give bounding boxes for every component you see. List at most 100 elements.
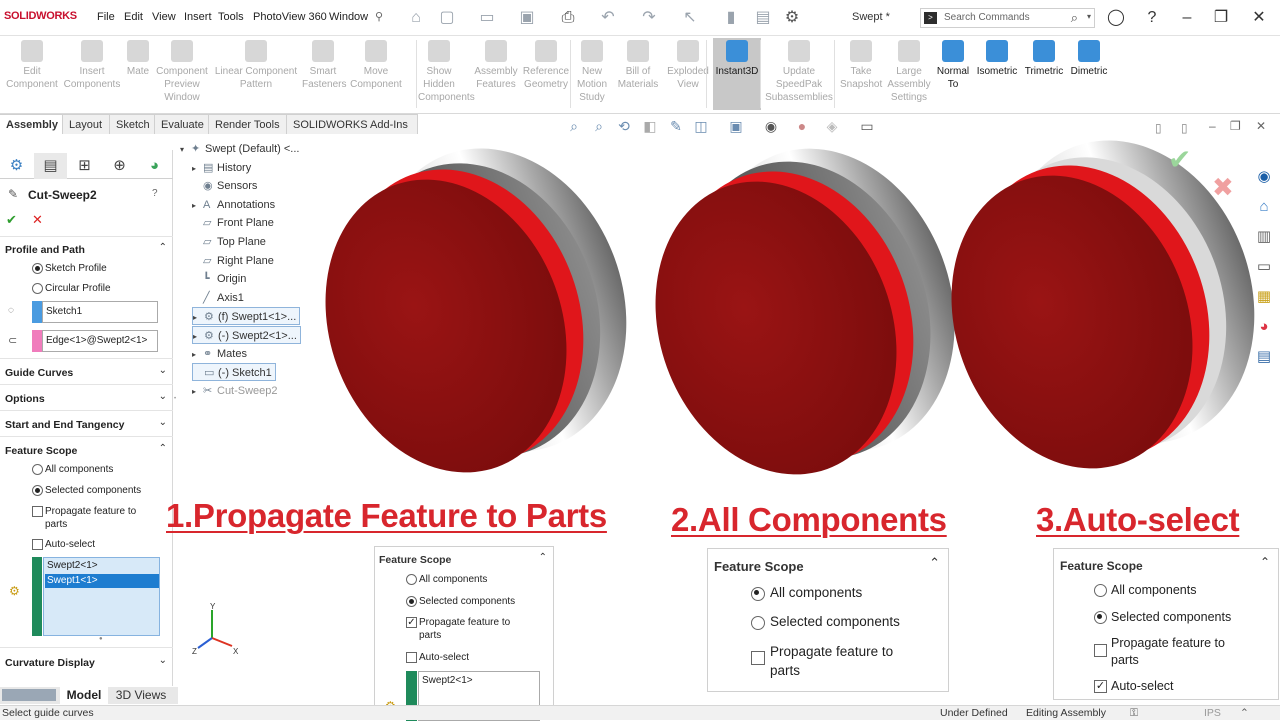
restore-icon[interactable]: ❐ (1208, 6, 1234, 30)
home-icon[interactable]: ⌂ (405, 8, 427, 28)
components-listbox[interactable]: Swept2<1> Swept1<1> (43, 557, 160, 636)
graphics-area[interactable] (300, 138, 1260, 510)
ribbon-take-snapshot[interactable]: Take Snapshot (840, 38, 882, 110)
new-document-icon[interactable]: ▢ (436, 8, 458, 28)
ribbon-linear-component-pattern[interactable]: Linear Component Pattern (212, 38, 300, 110)
ribbon-assembly-features[interactable]: Assembly Features (470, 38, 522, 110)
apply-scene-icon[interactable]: ◈ (822, 118, 842, 136)
ribbon-normal-to[interactable]: Normal To (934, 38, 972, 110)
circular-profile-option[interactable]: Circular Profile (32, 282, 162, 296)
all-components-option[interactable]: All components (751, 585, 931, 603)
search-icon[interactable]: ⌕ (1071, 10, 1078, 26)
menu-view[interactable]: View (152, 11, 176, 23)
close-icon[interactable]: ✕ (1246, 6, 1272, 30)
list-item-selected[interactable]: Swept1<1> (45, 574, 159, 588)
expand-icon[interactable]: ⌄ (159, 417, 167, 428)
selected-components-option[interactable]: Selected components (406, 595, 546, 609)
collapse-icon[interactable]: ⌃ (159, 242, 167, 253)
tree-item[interactable]: ▸ A Annotations (192, 196, 275, 214)
ribbon-smart-fasteners[interactable]: Smart Fasteners (302, 38, 346, 110)
sketch-profile-option[interactable]: Sketch Profile (32, 262, 162, 276)
ribbon-show-hidden-components[interactable]: Show Hidden Components (418, 38, 475, 110)
tab-sketch[interactable]: Sketch (110, 114, 155, 134)
propagate-checkbox[interactable]: Propagate feature to parts (32, 505, 142, 531)
path-selection-field[interactable]: Edge<1>@Swept2<1> (42, 330, 158, 352)
tree-item[interactable]: ▱ Right Plane (192, 252, 274, 270)
tab-scroll-arrows[interactable] (2, 689, 56, 701)
minimize-icon[interactable]: – (1174, 6, 1200, 30)
section-profile-path[interactable]: Profile and Path ⌃ (0, 241, 173, 261)
tab-assembly[interactable]: Assembly (0, 114, 63, 134)
appearances-icon[interactable]: ◕ (1252, 315, 1276, 339)
menu-tools[interactable]: Tools (218, 11, 244, 23)
print-icon[interactable]: ⎙ (557, 8, 579, 28)
help-button[interactable]: ? (152, 188, 158, 199)
dynamic-annotation-icon[interactable]: ✎ (666, 118, 686, 136)
expand-icon[interactable]: ⌄ (159, 365, 167, 376)
auto-select-checkbox[interactable]: Auto-select (32, 538, 142, 552)
view-palette-icon[interactable]: ▦ (1252, 285, 1276, 309)
all-components-option[interactable]: All components (32, 463, 162, 477)
configurationmanager-tab-icon[interactable]: ⊞ (68, 153, 101, 179)
tree-item[interactable]: ▾ ✦ Swept (Default) <... (180, 140, 299, 158)
profile-selection-field[interactable]: Sketch1 (42, 301, 158, 323)
viewport-link-icon[interactable]: ▯ (1181, 121, 1188, 135)
doc-restore-icon[interactable]: ❐ (1230, 119, 1241, 133)
section-curvature-display[interactable]: Curvature Display ⌄ (0, 654, 173, 674)
collapse-icon[interactable]: ⌃ (1260, 555, 1270, 569)
expand-arrow-icon[interactable]: ▸ (192, 383, 203, 401)
selected-components-option[interactable]: Selected components (751, 614, 941, 632)
expand-arrow-icon[interactable]: ▸ (192, 160, 203, 178)
doc-close-icon[interactable]: ✕ (1256, 119, 1266, 133)
tab-model[interactable]: Model (60, 687, 108, 704)
collapse-icon[interactable]: ⌃ (929, 555, 940, 571)
customize-icon[interactable]: ⌃ (1240, 707, 1249, 719)
expand-arrow-icon[interactable]: ▾ (180, 141, 191, 159)
units-indicator[interactable]: IPS (1204, 707, 1221, 719)
tree-item[interactable]: ▸ ⚭ Mates (192, 345, 247, 363)
section-options[interactable]: Options ⌄ (0, 390, 173, 410)
doc-minimize-icon[interactable]: – (1209, 119, 1216, 133)
confirm-ok-icon[interactable]: ✔ (1168, 143, 1191, 176)
menu-insert[interactable]: Insert (184, 11, 212, 23)
expand-arrow-icon[interactable]: ▸ (193, 309, 204, 327)
open-folder-icon[interactable]: ▭ (476, 8, 498, 28)
tree-item[interactable]: ╱ Axis1 (192, 289, 244, 307)
ribbon-component-preview-window[interactable]: Component Preview Window (152, 38, 212, 110)
tab-3d-views[interactable]: 3D Views (110, 687, 172, 704)
redo-icon[interactable]: ↷ (638, 8, 660, 28)
tree-item[interactable]: ▸ ⚙ (f) Swept1<1>... (192, 307, 301, 327)
design-library-icon[interactable]: ▥ (1252, 225, 1276, 249)
displaymanager-tab-icon[interactable]: ◕ (138, 153, 171, 179)
undo-icon[interactable]: ↶ (597, 8, 619, 28)
ribbon-dimetric[interactable]: Dimetric (1066, 38, 1112, 110)
rebuild-status-icon[interactable]: ⚿ (1130, 707, 1138, 720)
expand-icon[interactable]: ⌄ (159, 391, 167, 402)
dimxpert-tab-icon[interactable]: ⊕ (103, 153, 136, 179)
ribbon-trimetric[interactable]: Trimetric (1021, 38, 1067, 110)
ribbon-instant3d[interactable]: Instant3D (713, 38, 761, 110)
ribbon-new-motion-study[interactable]: New Motion Study (572, 38, 612, 110)
file-explorer-icon[interactable]: ▭ (1252, 255, 1276, 279)
ribbon-mate[interactable]: Mate (124, 38, 152, 110)
file-properties-icon[interactable]: ▤ (752, 8, 774, 28)
selected-components-option[interactable]: Selected components (1094, 610, 1274, 626)
all-components-option[interactable]: All components (406, 573, 536, 587)
options-gear-icon[interactable]: ⚙ (781, 8, 803, 28)
menu-window[interactable]: Window (329, 11, 368, 23)
collapse-icon[interactable]: ⌃ (159, 443, 167, 454)
tab-layout[interactable]: Layout (63, 114, 110, 134)
section-tangency[interactable]: Start and End Tangency ⌄ (0, 416, 173, 436)
featuremanager-tab-icon[interactable]: ⚙ (0, 153, 33, 179)
ribbon-edit-component[interactable]: Edit Component (4, 38, 60, 110)
edit-appearance-icon[interactable]: ● (792, 118, 812, 136)
ribbon-isometric[interactable]: Isometric (974, 38, 1020, 110)
propertymanager-tab-icon[interactable]: ▤ (34, 153, 67, 179)
confirm-cancel-icon[interactable]: ✖ (1212, 172, 1234, 203)
tree-item[interactable]: ◉ Sensors (192, 177, 257, 195)
propagate-checkbox[interactable]: Propagate feature to parts (751, 642, 921, 680)
propagate-checkbox[interactable]: ✓ Propagate feature to parts (406, 616, 521, 644)
cancel-icon[interactable]: ✕ (32, 212, 43, 228)
tree-item[interactable]: ▸ ▤ History (192, 159, 251, 177)
tree-item[interactable]: ▱ Top Plane (192, 233, 266, 251)
